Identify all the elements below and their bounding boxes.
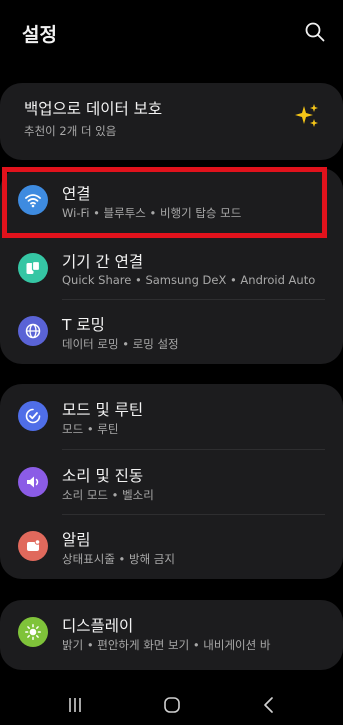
settings-item-subtitle: 데이터 로밍 • 로밍 설정 [62,337,179,351]
settings-item-title: 연결 [62,185,91,203]
settings-item-device-connection[interactable]: 기기 간 연결 Quick Share • Samsung DeX • Andr… [0,236,343,301]
volume-icon [18,467,48,497]
settings-group-display: 디스플레이 밝기 • 편안하게 화면 보기 • 내비게이션 바 [0,600,343,670]
globe-icon [18,316,48,346]
recent-apps-icon[interactable] [60,693,90,717]
wifi-icon [18,185,48,215]
sparkle-icon [293,102,321,130]
notification-icon [18,531,48,561]
settings-item-t-roaming[interactable]: T 로밍 데이터 로밍 • 로밍 설정 [0,299,343,364]
settings-item-subtitle: 상태표시줄 • 방해 금지 [62,552,175,566]
backup-subtitle: 추천이 2개 더 있음 [24,124,117,138]
device-connect-icon [18,253,48,283]
settings-item-display[interactable]: 디스플레이 밝기 • 편안하게 화면 보기 • 내비게이션 바 [0,600,343,665]
backup-suggestion-card[interactable]: 백업으로 데이터 보호 추천이 2개 더 있음 [0,83,343,160]
settings-item-title: 모드 및 루틴 [62,401,144,419]
search-icon[interactable] [303,20,327,44]
settings-item-connections[interactable]: 연결 Wi-Fi • 블루투스 • 비행기 탑승 모드 [0,168,343,233]
settings-item-subtitle: 소리 모드 • 벨소리 [62,488,154,502]
settings-item-subtitle: Quick Share • Samsung DeX • Android Auto [62,273,316,287]
settings-group-connections: 연결 Wi-Fi • 블루투스 • 비행기 탑승 모드 기기 간 연결 Quic… [0,168,343,364]
settings-item-title: 소리 및 진동 [62,467,144,485]
page-title: 설정 [22,24,57,46]
brightness-icon [18,617,48,647]
navigation-bar [0,685,343,725]
settings-item-subtitle: 밝기 • 편안하게 화면 보기 • 내비게이션 바 [62,638,271,652]
settings-item-sound-vibration[interactable]: 소리 및 진동 소리 모드 • 벨소리 [0,450,343,515]
back-icon[interactable] [254,693,284,717]
header: 설정 [0,0,343,64]
settings-item-modes-routines[interactable]: 모드 및 루틴 모드 • 루틴 [0,384,343,449]
settings-group-modes: 모드 및 루틴 모드 • 루틴 소리 및 진동 소리 모드 • 벨소리 알림 상… [0,384,343,579]
settings-item-title: T 로밍 [62,316,105,334]
settings-item-title: 디스플레이 [62,617,134,635]
backup-title: 백업으로 데이터 보호 [24,100,163,118]
settings-item-title: 알림 [62,531,91,549]
settings-item-subtitle: 모드 • 루틴 [62,422,119,436]
modes-icon [18,401,48,431]
settings-item-subtitle: Wi-Fi • 블루투스 • 비행기 탑승 모드 [62,206,242,220]
home-icon[interactable] [157,693,187,717]
settings-item-notifications[interactable]: 알림 상태표시줄 • 방해 금지 [0,514,343,579]
settings-item-title: 기기 간 연결 [62,253,144,271]
